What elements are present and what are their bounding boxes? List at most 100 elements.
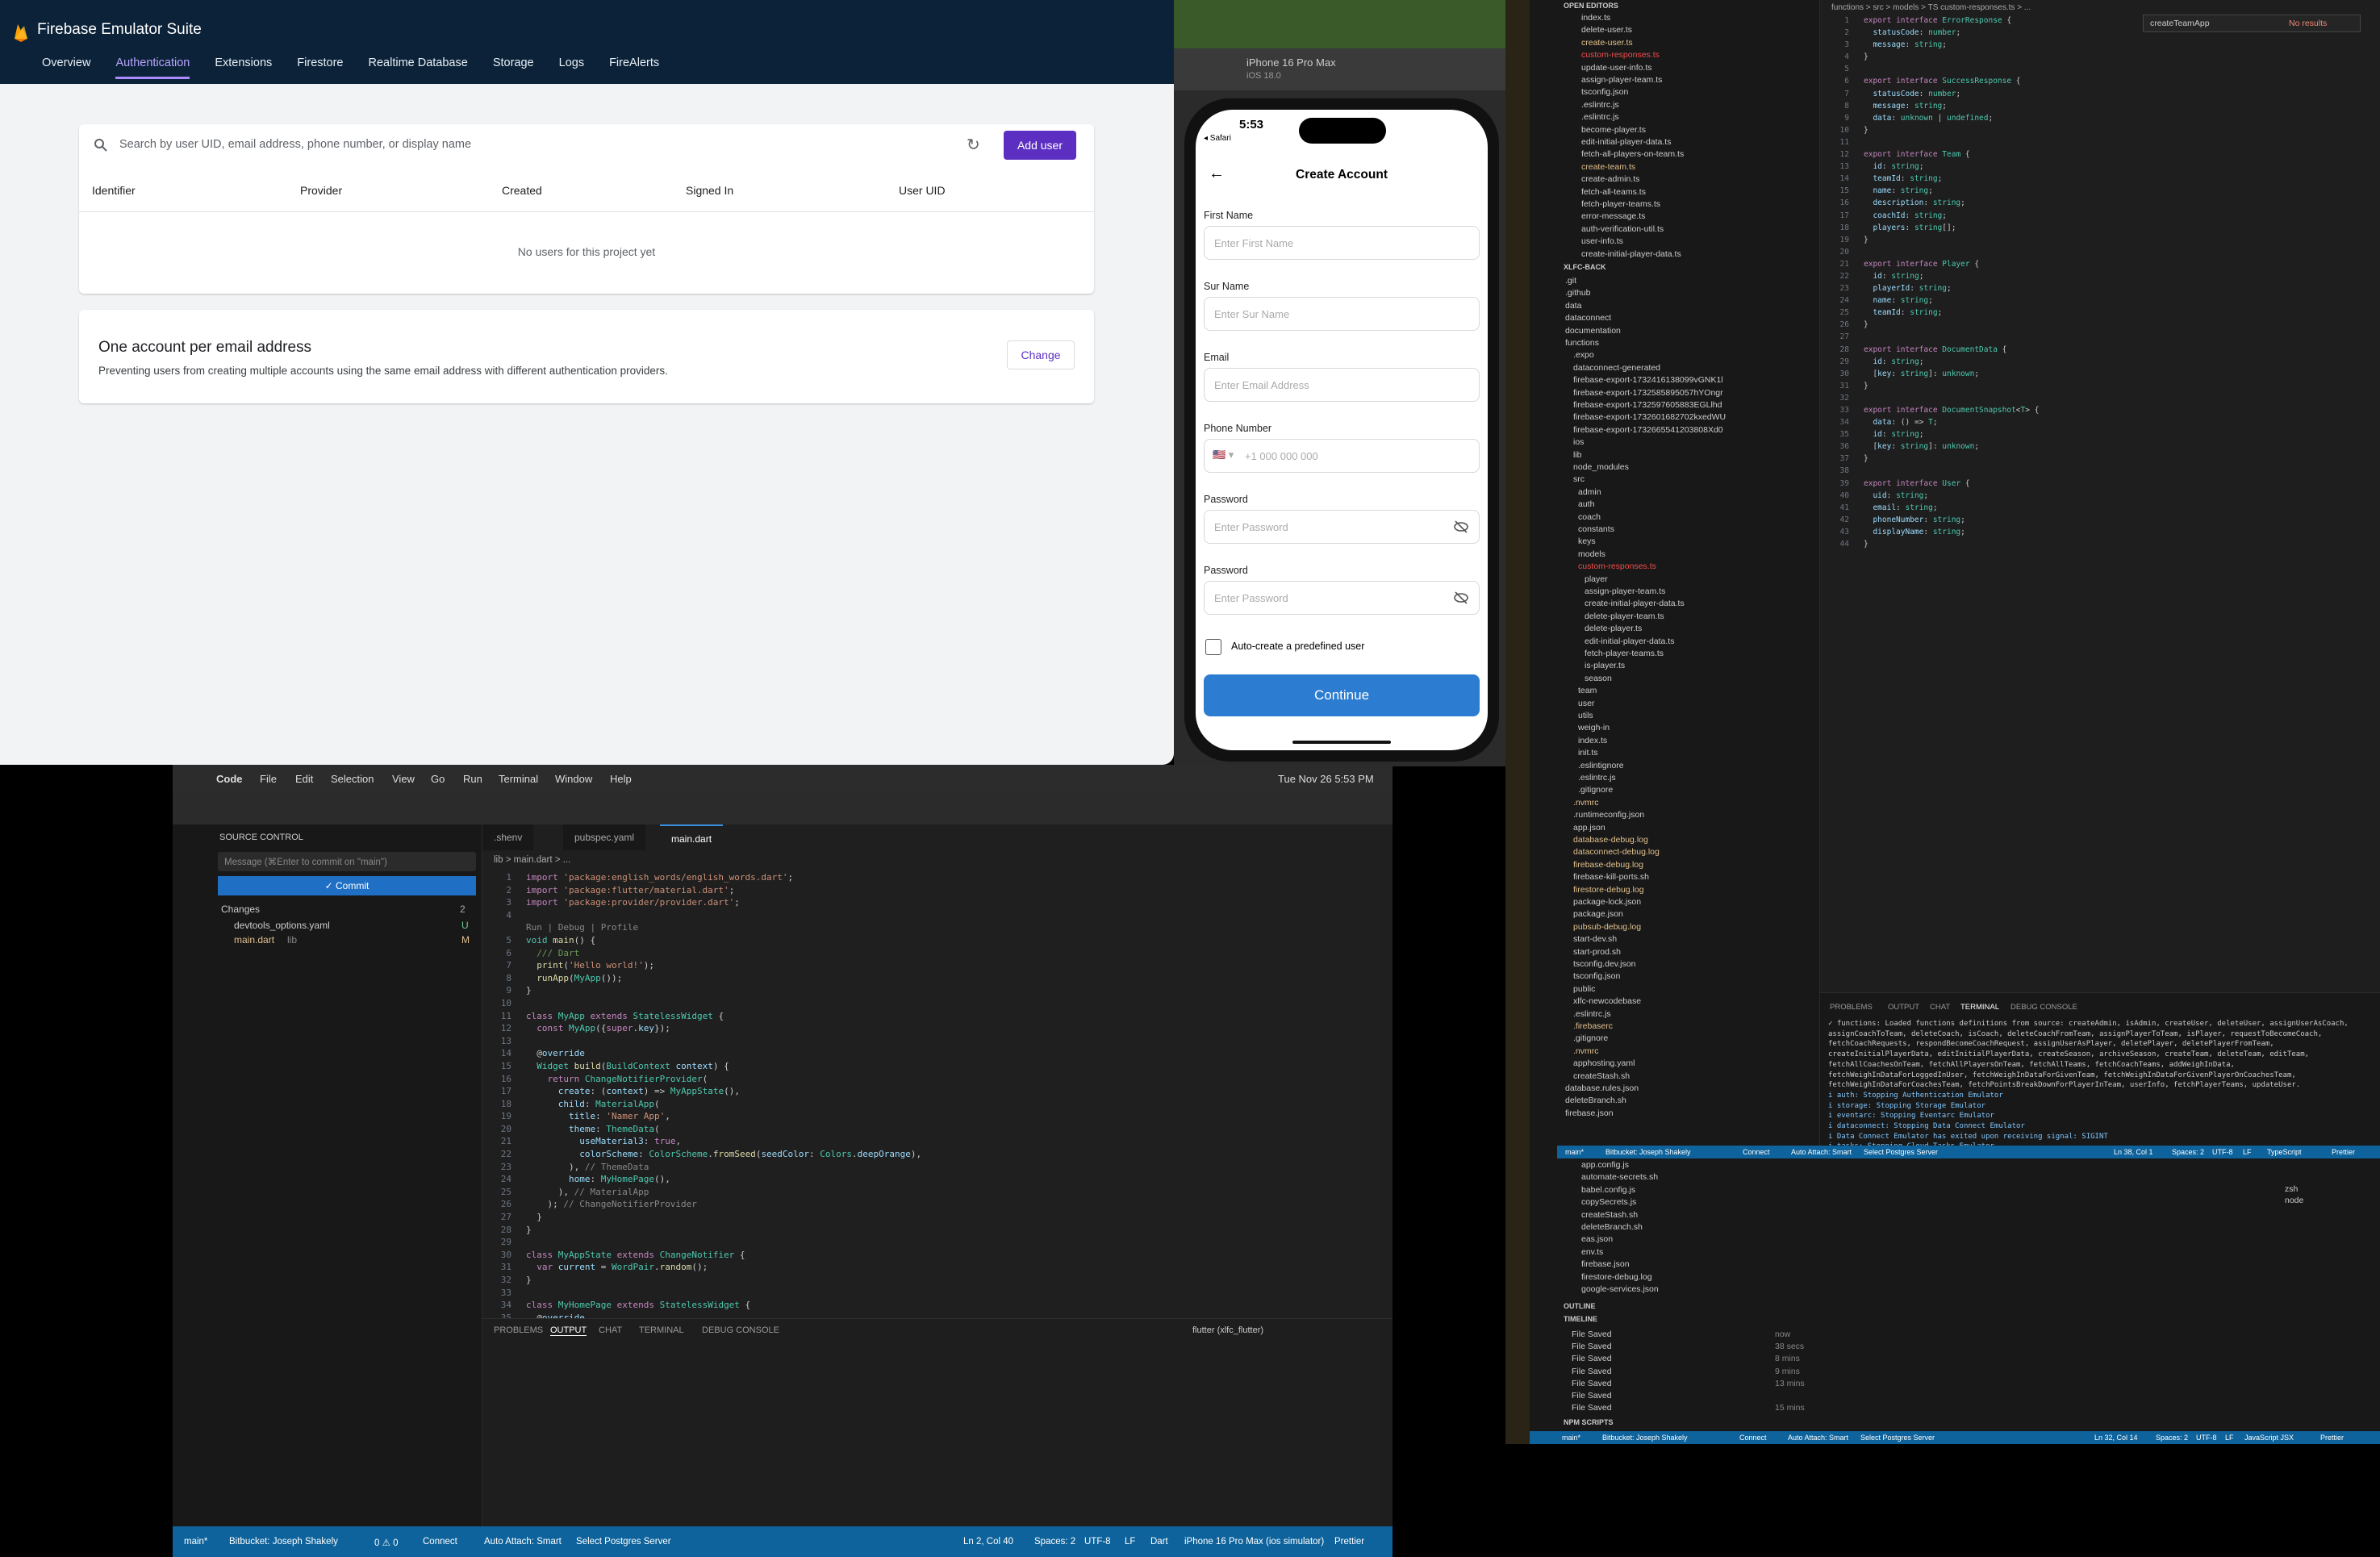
eol-status[interactable]: LF — [2243, 1148, 2252, 1156]
tree-item[interactable]: babel.config.js — [1581, 1185, 1635, 1195]
open-editor-item[interactable]: .eslintrc.js — [1581, 112, 1619, 122]
phone-input[interactable]: +1 000 000 000 🇺🇸 ▾ — [1204, 439, 1480, 473]
encoding-status[interactable]: UTF-8 — [2212, 1148, 2233, 1156]
encoding-status[interactable]: UTF-8 — [1084, 1537, 1111, 1547]
tree-item[interactable]: .expo — [1573, 350, 1594, 360]
tree-item[interactable]: admin — [1578, 487, 1601, 497]
tree-item[interactable]: team — [1578, 686, 1597, 695]
indent-status[interactable]: Spaces: 2 — [2156, 1434, 2188, 1442]
cursor-position[interactable]: Ln 32, Col 14 — [2094, 1434, 2138, 1442]
tree-item[interactable]: ios — [1573, 437, 1584, 447]
tree-item[interactable]: apphosting.yaml — [1573, 1058, 1635, 1068]
cursor-position[interactable]: Ln 38, Col 1 — [2114, 1148, 2153, 1156]
tree-item[interactable]: createStash.sh — [1573, 1071, 1630, 1081]
postgres-status[interactable]: Select Postgres Server — [1864, 1148, 1938, 1156]
prettier-status[interactable]: Prettier — [2320, 1434, 2344, 1442]
tree-item[interactable]: env.ts — [1581, 1247, 1603, 1257]
tree-item[interactable]: xlfc-newcodebase — [1573, 996, 1641, 1006]
tree-item[interactable]: firebase-export-1732416138099vGNK1l — [1573, 375, 1723, 385]
tab-overview[interactable]: Overview — [42, 56, 90, 79]
open-editor-item[interactable]: fetch-player-teams.ts — [1581, 199, 1660, 209]
changed-file[interactable]: devtools_options.yaml — [234, 920, 330, 931]
menu-selection[interactable]: Selection — [331, 773, 374, 785]
tree-item[interactable]: index.ts — [1578, 736, 1607, 745]
tree-item[interactable]: .nvmrc — [1573, 1046, 1599, 1056]
back-to-safari[interactable]: ◂ Safari — [1204, 134, 1231, 143]
tree-item[interactable]: .eslintrc.js — [1573, 1009, 1611, 1019]
tree-item[interactable]: data — [1565, 301, 1581, 311]
tree-item[interactable]: user — [1578, 699, 1594, 708]
tree-item[interactable]: firebase-export-1732597605883EGLlhd — [1573, 400, 1722, 410]
tree-item[interactable]: start-prod.sh — [1573, 947, 1621, 957]
continue-button[interactable]: Continue — [1204, 674, 1480, 716]
email-input[interactable]: Enter Email Address — [1204, 368, 1480, 402]
device-status[interactable]: iPhone 16 Pro Max (ios simulator) — [1184, 1537, 1324, 1547]
tree-item[interactable]: custom-responses.ts — [1578, 561, 1656, 571]
tab-storage[interactable]: Storage — [493, 56, 534, 79]
tree-item[interactable]: deleteBranch.sh — [1565, 1096, 1626, 1105]
bitbucket-status[interactable]: Bitbucket: Joseph Shakely — [1605, 1148, 1691, 1156]
tree-item[interactable]: node_modules — [1573, 462, 1629, 472]
tree-item[interactable]: dataconnect-generated — [1573, 363, 1660, 373]
tree-item[interactable]: firebase.json — [1565, 1108, 1614, 1118]
change-button[interactable]: Change — [1007, 340, 1075, 369]
tree-item[interactable]: google-services.json — [1581, 1284, 1659, 1294]
menu-edit[interactable]: Edit — [295, 773, 313, 785]
menu-help[interactable]: Help — [610, 773, 632, 785]
commit-message-input[interactable]: Message (⌘Enter to commit on "main") — [218, 852, 476, 871]
indent-status[interactable]: Spaces: 2 — [1034, 1537, 1075, 1547]
tree-item[interactable]: .eslintrc.js — [1578, 773, 1616, 783]
menu-view[interactable]: View — [392, 773, 415, 785]
tree-item[interactable]: .firebaserc — [1573, 1021, 1613, 1031]
tree-item[interactable]: firebase-export-1732601682702kxedWU — [1573, 412, 1726, 422]
indent-status[interactable]: Spaces: 2 — [2172, 1148, 2204, 1156]
language-status[interactable]: TypeScript — [2267, 1148, 2302, 1156]
timeline-item[interactable]: File Saved — [1572, 1379, 1612, 1388]
tree-item[interactable]: package.json — [1573, 909, 1623, 919]
tree-item[interactable]: tsconfig.dev.json — [1573, 959, 1635, 969]
output-channel-select[interactable]: flutter (xlfc_flutter) — [1192, 1325, 1263, 1335]
tree-item[interactable]: app.config.js — [1581, 1160, 1629, 1170]
first-name-input[interactable]: Enter First Name — [1204, 226, 1480, 260]
changes-header[interactable]: Changes — [221, 904, 260, 915]
open-editor-item[interactable]: error-message.ts — [1581, 211, 1645, 221]
panel-tab-output[interactable]: OUTPUT — [550, 1325, 587, 1336]
problems-status[interactable]: 0 ⚠ 0 — [374, 1537, 399, 1548]
search-input[interactable]: Search by user UID, email address, phone… — [119, 138, 471, 151]
tab-pubspec[interactable]: pubspec.yaml — [563, 824, 646, 850]
eol-status[interactable]: LF — [1125, 1537, 1135, 1547]
tree-item[interactable]: season — [1585, 674, 1612, 683]
tree-item[interactable]: player — [1585, 574, 1608, 584]
tree-item[interactable]: dataconnect — [1565, 313, 1611, 323]
tab-shenv[interactable]: .shenv — [482, 824, 534, 850]
eol-status[interactable]: LF — [2225, 1434, 2234, 1442]
language-status[interactable]: JavaScript JSX — [2244, 1434, 2294, 1442]
eye-off-icon[interactable] — [1453, 591, 1469, 605]
tree-item[interactable]: auth — [1578, 499, 1594, 509]
auto-attach-status[interactable]: Auto Attach: Smart — [1788, 1434, 1848, 1442]
cursor-position[interactable]: Ln 2, Col 40 — [963, 1537, 1013, 1547]
branch-status[interactable]: main* — [1562, 1434, 1580, 1442]
panel-tab-problems[interactable]: PROBLEMS — [494, 1325, 543, 1335]
panel-tab-terminal[interactable]: TERMINAL — [639, 1325, 684, 1335]
open-editor-item[interactable]: auth-verification-util.ts — [1581, 224, 1664, 234]
open-editor-item[interactable]: custom-responses.ts — [1581, 50, 1660, 60]
tree-item[interactable]: start-dev.sh — [1573, 934, 1617, 944]
tree-item[interactable]: automate-secrets.sh — [1581, 1172, 1658, 1182]
tree-item[interactable]: edit-initial-player-data.ts — [1585, 637, 1674, 646]
tree-item[interactable]: firestore-debug.log — [1581, 1272, 1652, 1282]
tree-item[interactable]: .nvmrc — [1573, 798, 1599, 808]
term-tab-problems[interactable]: PROBLEMS — [1830, 1003, 1873, 1012]
tree-item[interactable]: coach — [1578, 512, 1601, 522]
open-editor-item[interactable]: .eslintrc.js — [1581, 100, 1619, 110]
tree-item[interactable]: createStash.sh — [1581, 1210, 1638, 1220]
timeline-item[interactable]: File Saved — [1572, 1403, 1612, 1413]
timeline-item[interactable]: File Saved — [1572, 1342, 1612, 1351]
tab-main-dart[interactable]: main.dart — [660, 824, 724, 850]
tree-item[interactable]: .gitignore — [1573, 1033, 1608, 1043]
panel-tab-debug[interactable]: DEBUG CONSOLE — [702, 1325, 779, 1335]
tree-item[interactable]: weigh-in — [1578, 723, 1610, 733]
open-editor-item[interactable]: create-initial-player-data.ts — [1581, 249, 1681, 259]
open-editors-header[interactable]: OPEN EDITORS — [1564, 2, 1618, 10]
term-tab-output[interactable]: OUTPUT — [1888, 1003, 1919, 1012]
